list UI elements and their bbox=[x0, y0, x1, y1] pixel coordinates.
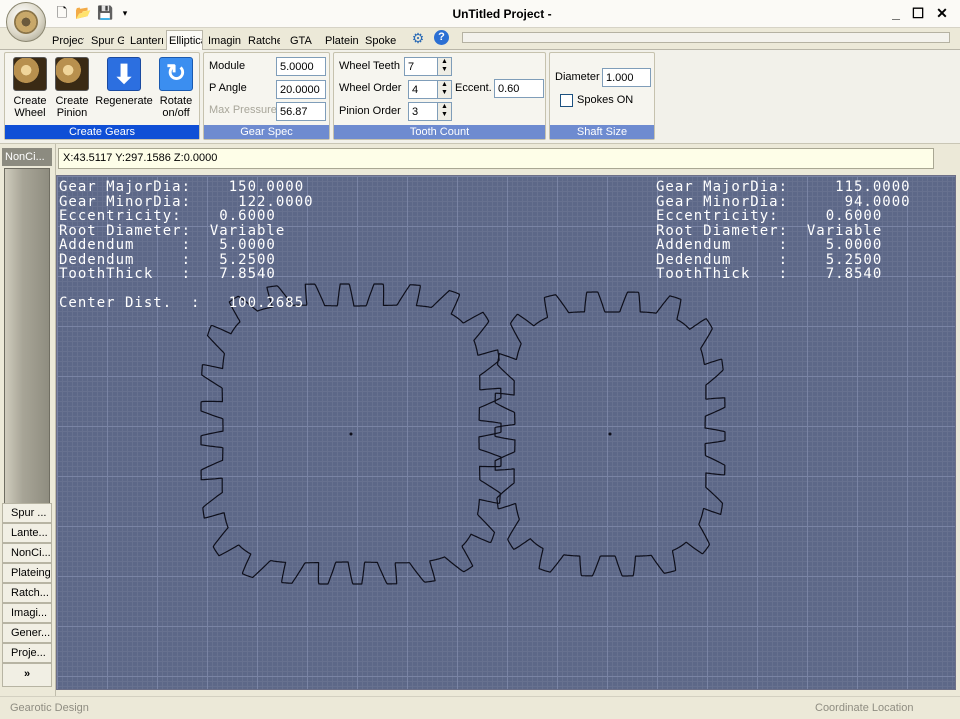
pinion-spec-overlay: Gear MajorDia: 115.0000 Gear MinorDia: 9… bbox=[656, 179, 911, 282]
pinion-order-spinner[interactable]: ▲ ▼ bbox=[438, 102, 452, 121]
pinion-order-input[interactable] bbox=[408, 102, 438, 121]
pinion-gear-icon bbox=[55, 57, 89, 91]
sidebar-item-project[interactable]: Proje... bbox=[2, 643, 52, 663]
tab-project[interactable]: Project bbox=[49, 30, 85, 50]
spokes-label: Spokes ON bbox=[577, 94, 634, 106]
drawing-canvas[interactable]: Gear MajorDia: 150.0000 Gear MinorDia: 1… bbox=[56, 175, 956, 690]
gear-spec-label: Gear Spec bbox=[204, 125, 329, 139]
eccent-input[interactable] bbox=[494, 79, 544, 98]
max-pressure-input[interactable] bbox=[276, 102, 326, 121]
pinion-center-point bbox=[608, 432, 612, 436]
wheel-order-label: Wheel Order bbox=[339, 82, 402, 94]
module-input[interactable] bbox=[276, 57, 326, 76]
sidebar-item-plateing[interactable]: Plateing bbox=[2, 563, 52, 583]
wheel-spec-overlay: Gear MajorDia: 150.0000 Gear MinorDia: 1… bbox=[59, 179, 314, 311]
tab-elliptical[interactable]: Elliptical bbox=[166, 30, 203, 50]
down-arrow-icon: ⬇ bbox=[107, 57, 141, 91]
sidebar-item-lantern[interactable]: Lante... bbox=[2, 523, 52, 543]
tab-lantern[interactable]: Lantern bbox=[127, 30, 164, 50]
rotate-icon: ↻ bbox=[159, 57, 193, 91]
help-icon[interactable]: ? bbox=[434, 30, 449, 45]
sidebar-item-noncircular[interactable]: NonCi... bbox=[2, 543, 52, 563]
sidebar-item-ratchet[interactable]: Ratch... bbox=[2, 583, 52, 603]
tab-ratchet[interactable]: Ratchet bbox=[245, 30, 281, 50]
coordinate-display: X:43.5117 Y:297.1586 Z:0.0000 bbox=[58, 148, 934, 169]
module-label: Module bbox=[209, 60, 246, 72]
eccent-label: Eccent. bbox=[455, 82, 492, 94]
gear-logo-icon bbox=[14, 10, 38, 34]
tab-gta[interactable]: GTA bbox=[287, 30, 315, 50]
gear-spec-group: Module P Angle Max Pressure Gear Spec bbox=[203, 52, 330, 140]
sidebar-more-button[interactable]: » bbox=[2, 663, 52, 687]
max-pressure-label: Max Pressure bbox=[209, 104, 277, 116]
wheel-order-input[interactable] bbox=[408, 80, 438, 99]
tab-imagin[interactable]: Imagin bbox=[205, 30, 243, 50]
tooth-count-label: Tooth Count bbox=[334, 125, 545, 139]
create-pinion-button[interactable]: Create Pinion bbox=[51, 55, 93, 121]
status-left: Gearotic Design bbox=[10, 702, 89, 714]
shaft-size-label: Shaft Size bbox=[550, 125, 654, 139]
spokes-checkbox[interactable] bbox=[560, 94, 573, 107]
shaft-size-group: Diameter Spokes ON Shaft Size bbox=[549, 52, 655, 140]
sidebar-active-tab[interactable]: NonCi... bbox=[2, 148, 52, 166]
navigation-sidebar: NonCi... Spur ... Lante... NonCi... Plat… bbox=[0, 144, 56, 696]
status-right: Coordinate Location bbox=[815, 702, 914, 714]
title-bar: 🗋 📂 💾 ▾ UnTitled Project - _ ☐ ✕ bbox=[0, 0, 960, 28]
close-icon[interactable]: ✕ bbox=[932, 4, 952, 22]
rotate-button[interactable]: ↻ Rotate on/off bbox=[155, 55, 197, 121]
tab-spur-gear[interactable]: Spur G bbox=[88, 30, 125, 50]
ribbon-panel: Create Wheel Create Pinion ⬇ Regenerate … bbox=[0, 50, 960, 144]
tooth-count-group: Wheel Teeth ▲▼ Wheel Order ▲▼ Eccent. Pi… bbox=[333, 52, 546, 140]
sidebar-item-spur[interactable]: Spur ... bbox=[2, 503, 52, 523]
create-pinion-label: Create Pinion bbox=[55, 95, 89, 119]
pinion-order-label: Pinion Order bbox=[339, 105, 401, 117]
wheel-teeth-label: Wheel Teeth bbox=[339, 60, 400, 72]
regenerate-button[interactable]: ⬇ Regenerate bbox=[93, 55, 155, 121]
network-icon[interactable]: ⚙ bbox=[410, 30, 426, 46]
progress-bar bbox=[462, 32, 950, 43]
diameter-input[interactable] bbox=[602, 68, 651, 87]
wheel-teeth-input[interactable] bbox=[404, 57, 438, 76]
p-angle-label: P Angle bbox=[209, 82, 247, 94]
wheel-center-point bbox=[349, 432, 353, 436]
wheel-teeth-spinner[interactable]: ▲ ▼ bbox=[438, 57, 452, 76]
maximize-icon[interactable]: ☐ bbox=[908, 4, 928, 22]
sidebar-item-general[interactable]: Gener... bbox=[2, 623, 52, 643]
diameter-label: Diameter bbox=[555, 71, 600, 83]
rotate-label: Rotate on/off bbox=[159, 95, 193, 119]
tab-platein[interactable]: Platein bbox=[322, 30, 360, 50]
wheel-order-spinner[interactable]: ▲ ▼ bbox=[438, 80, 452, 99]
create-wheel-label: Create Wheel bbox=[13, 95, 47, 119]
window-title: UnTitled Project - bbox=[452, 7, 552, 21]
create-wheel-button[interactable]: Create Wheel bbox=[9, 55, 51, 121]
sidebar-item-imagine[interactable]: Imagi... bbox=[2, 603, 52, 623]
p-angle-input[interactable] bbox=[276, 80, 326, 99]
minimize-icon[interactable]: _ bbox=[886, 4, 906, 22]
regenerate-label: Regenerate bbox=[95, 95, 153, 107]
create-gears-group: Create Wheel Create Pinion ⬇ Regenerate … bbox=[4, 52, 200, 140]
create-gears-label: Create Gears bbox=[5, 125, 199, 139]
status-bar: Gearotic Design Coordinate Location bbox=[0, 696, 960, 719]
application-menu-button[interactable] bbox=[6, 2, 46, 42]
tab-spoke[interactable]: Spoke bbox=[362, 30, 398, 50]
wheel-gear-icon bbox=[13, 57, 47, 91]
